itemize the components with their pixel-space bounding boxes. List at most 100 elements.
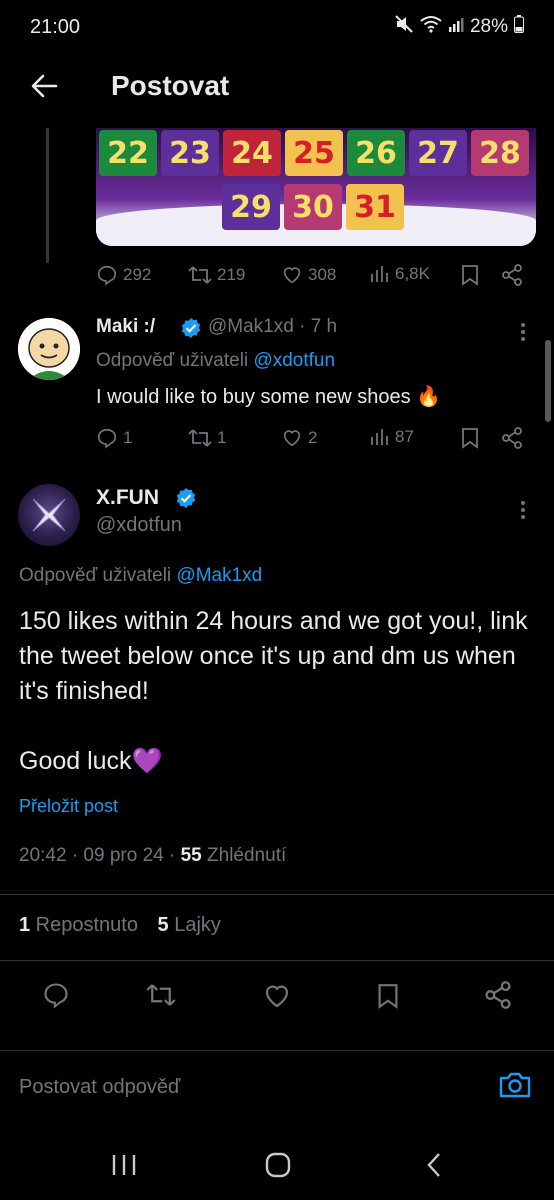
reply-button[interactable]: 292 [96, 264, 151, 286]
repost-count: 219 [217, 265, 246, 284]
views-icon [370, 427, 390, 447]
reply-count: 292 [123, 265, 152, 284]
battery-icon [514, 15, 524, 39]
views-count: 55 [180, 845, 202, 866]
tweet-timestamp: 20:42 · 09 pro 24 · [19, 845, 181, 866]
status-icons: 28% [394, 14, 524, 40]
camera-icon [498, 1072, 532, 1104]
calendar-day: 23 [161, 130, 219, 176]
tweet-meta: 20:42 · 09 pro 24 · 55 Zhlédnutí [19, 845, 286, 867]
author-name[interactable]: X.FUN [96, 486, 159, 510]
bookmark-button[interactable] [460, 264, 480, 286]
tweet-text: 150 likes within 24 hours and we got you… [19, 607, 528, 775]
likes-stat[interactable]: 5 Lajky [158, 914, 221, 936]
like-button[interactable] [262, 981, 292, 1016]
calendar-row-1: 22 23 24 25 26 27 28 [99, 130, 529, 176]
author-name[interactable]: Maki :/ [96, 316, 155, 338]
views-count: 87 [395, 427, 414, 446]
signal-icon [448, 16, 464, 38]
battery-level: 28% [469, 16, 508, 37]
bookmark-button[interactable] [376, 982, 400, 1015]
tweet-text: I would like to buy some new shoes 🔥 [96, 386, 442, 408]
home-button[interactable] [263, 1150, 293, 1185]
camera-button[interactable] [498, 1070, 532, 1105]
mention-link[interactable]: @xdotfun [253, 350, 335, 371]
share-icon [501, 264, 523, 286]
bookmark-button[interactable] [460, 427, 480, 449]
reply-icon [96, 427, 118, 449]
recent-apps-button[interactable] [110, 1152, 138, 1183]
calendar-day: 25 [285, 130, 343, 176]
more-button[interactable] [511, 320, 535, 344]
scrollbar[interactable] [545, 340, 551, 422]
reply-button[interactable] [42, 981, 70, 1014]
divider [0, 960, 554, 961]
reposts-stat[interactable]: 1 Repostnuto [19, 914, 138, 936]
mute-icon [394, 14, 414, 40]
verified-icon [180, 317, 202, 344]
reply-input[interactable]: Postovat odpověď [19, 1076, 180, 1099]
thread-line [46, 128, 49, 263]
author-handle: @xdotfun [96, 514, 182, 536]
calendar-day: 28 [471, 130, 529, 176]
replying-to: Odpověď uživateli @xdotfun [96, 350, 336, 371]
calendar-day: 30 [284, 184, 342, 230]
status-time: 21:00 [30, 16, 81, 38]
recent-apps-icon [110, 1155, 138, 1182]
like-icon [281, 427, 303, 449]
like-count: 308 [308, 265, 337, 284]
share-icon [484, 981, 512, 1013]
avatar[interactable] [18, 318, 80, 380]
chevron-left-icon [424, 1153, 444, 1184]
mention-link[interactable]: @Mak1xd [176, 565, 262, 586]
share-button[interactable] [501, 264, 523, 286]
views-label: Zhlédnutí [201, 845, 287, 866]
repost-button[interactable]: 219 [188, 264, 245, 286]
reply-button[interactable]: 1 [96, 427, 132, 449]
views-button[interactable]: 87 [370, 427, 414, 447]
repost-button[interactable] [146, 981, 176, 1014]
bookmark-icon [460, 264, 480, 286]
like-button[interactable]: 2 [281, 427, 317, 449]
replying-to: Odpověď uživateli @Mak1xd [19, 565, 263, 586]
more-button[interactable] [511, 498, 535, 522]
tweet-stats: 1 Repostnuto 5 Lajky [19, 914, 221, 937]
repost-count: 1 [217, 428, 227, 447]
like-count: 2 [308, 428, 318, 447]
share-icon [501, 427, 523, 449]
like-icon [262, 985, 292, 1015]
translate-link[interactable]: Přeložit post [19, 796, 118, 817]
share-button[interactable] [484, 981, 512, 1014]
more-icon [521, 323, 525, 327]
tweet-media-image[interactable]: 22 23 24 25 26 27 28 29 30 31 [96, 128, 536, 246]
avatar[interactable] [18, 484, 80, 546]
calendar-day: 24 [223, 130, 281, 176]
like-button[interactable]: 308 [281, 264, 336, 286]
more-icon [521, 501, 525, 505]
divider [0, 894, 554, 895]
calendar-day: 22 [99, 130, 157, 176]
views-button[interactable]: 6,8K [370, 264, 430, 284]
repost-button[interactable]: 1 [188, 427, 226, 449]
repost-icon [146, 984, 176, 1013]
views-count: 6,8K [395, 264, 430, 283]
bookmark-icon [460, 427, 480, 449]
page-title: Postovat [111, 70, 230, 101]
share-button[interactable] [501, 427, 523, 449]
calendar-row-2: 29 30 31 [222, 184, 404, 230]
bookmark-icon [376, 984, 400, 1014]
calendar-day: 26 [347, 130, 405, 176]
author-handle: @Mak1xd · 7 h [208, 316, 338, 337]
calendar-day: 27 [409, 130, 467, 176]
wifi-icon [420, 15, 442, 39]
calendar-day: 29 [222, 184, 280, 230]
home-icon [263, 1152, 293, 1184]
reply-icon [96, 264, 118, 286]
system-back-button[interactable] [424, 1150, 444, 1185]
back-arrow-icon [30, 72, 58, 105]
repost-icon [188, 264, 212, 286]
calendar-day: 31 [346, 184, 404, 230]
reply-icon [42, 983, 70, 1013]
back-button[interactable] [26, 70, 62, 106]
like-icon [281, 264, 303, 286]
